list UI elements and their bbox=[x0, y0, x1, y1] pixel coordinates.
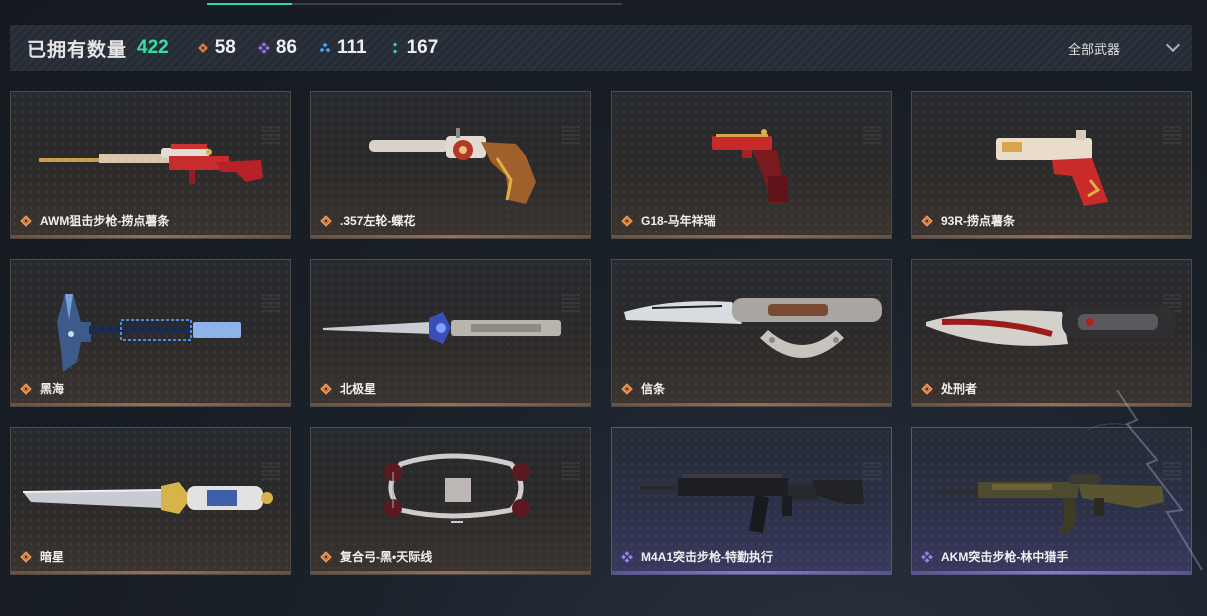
orange-rarity-icon bbox=[320, 214, 332, 227]
rarity-count-purple: 86 bbox=[257, 37, 297, 59]
weapon-name: 93R-捞点薯条 bbox=[941, 214, 1016, 228]
weapon-card[interactable]: G18-马年祥瑞 bbox=[611, 91, 892, 239]
weapon-name: 暗星 bbox=[40, 550, 65, 564]
orange-rarity-icon bbox=[320, 550, 332, 563]
weapon-filter-dropdown[interactable]: 全部武器 bbox=[1067, 25, 1181, 71]
weapon-card[interactable]: M4A1突击步枪-特勤执行 bbox=[611, 427, 892, 575]
rarity-count-value: 58 bbox=[214, 37, 236, 58]
filter-selected-value: 全部武器 bbox=[1067, 41, 1120, 57]
weapon-card[interactable]: 信条 bbox=[611, 259, 892, 407]
rarity-count-value: 111 bbox=[337, 37, 367, 58]
weapon-card-label: M4A1突击步枪-特勤执行 bbox=[621, 548, 773, 565]
weapon-card[interactable]: 93R-捞点薯条 bbox=[911, 91, 1192, 239]
collection-summary-bar: 已拥有数量 422 58 86 111 167 全部武器 bbox=[10, 25, 1192, 71]
weapon-card-label: 信条 bbox=[621, 380, 665, 397]
weapon-card-label: 处刑者 bbox=[921, 380, 977, 397]
active-tab-indicator bbox=[207, 3, 292, 5]
weapon-card-label: 北极星 bbox=[320, 380, 376, 397]
rarity-count-orange: 58 bbox=[197, 37, 236, 59]
orange-rarity-icon bbox=[20, 382, 32, 395]
owned-total-count: 422 bbox=[137, 37, 169, 58]
weapon-name: AKM突击步枪-林中猎手 bbox=[941, 550, 1069, 564]
top-tab-strip bbox=[0, 0, 1207, 10]
orange-rarity-icon bbox=[20, 550, 32, 563]
weapon-card[interactable]: 暗星 bbox=[10, 427, 291, 575]
rarity-count-value: 167 bbox=[406, 37, 439, 58]
weapon-card-label: 黑海 bbox=[20, 380, 64, 397]
weapon-card[interactable]: .357左轮-蝶花 bbox=[310, 91, 591, 239]
orange-rarity-icon bbox=[921, 382, 933, 395]
weapon-name: M4A1突击步枪-特勤执行 bbox=[641, 550, 774, 564]
weapon-name: 复合弓-黑•天际线 bbox=[340, 550, 433, 564]
blue-diamond-cluster-icon bbox=[319, 42, 331, 54]
weapon-card[interactable]: AKM突击步枪-林中猎手 bbox=[911, 427, 1192, 575]
orange-rarity-icon bbox=[621, 382, 633, 395]
weapon-card[interactable]: AWM狙击步枪-捞点薯条 bbox=[10, 91, 291, 239]
weapon-card-label: 93R-捞点薯条 bbox=[921, 212, 1015, 229]
weapon-name: .357左轮-蝶花 bbox=[340, 214, 416, 228]
weapon-card[interactable]: 黑海 bbox=[10, 259, 291, 407]
purple-rarity-icon bbox=[621, 550, 633, 563]
rarity-count-blue: 111 bbox=[319, 37, 367, 59]
weapon-name: 处刑者 bbox=[941, 382, 978, 396]
orange-rarity-icon bbox=[20, 214, 32, 227]
green-diamond-pair-icon bbox=[389, 42, 401, 54]
weapon-card[interactable]: 处刑者 bbox=[911, 259, 1192, 407]
orange-rarity-icon bbox=[621, 214, 633, 227]
weapon-card-label: 复合弓-黑•天际线 bbox=[320, 548, 432, 565]
weapon-name: 北极星 bbox=[340, 382, 377, 396]
rarity-count-value: 86 bbox=[275, 37, 297, 58]
rarity-count-green: 167 bbox=[389, 37, 439, 59]
weapon-card-label: AKM突击步枪-林中猎手 bbox=[921, 548, 1068, 565]
weapon-name: 黑海 bbox=[40, 382, 65, 396]
weapon-card-label: AWM狙击步枪-捞点薯条 bbox=[20, 212, 169, 229]
owned-count-label: 已拥有数量 bbox=[27, 39, 128, 61]
weapon-card[interactable]: 复合弓-黑•天际线 bbox=[310, 427, 591, 575]
weapon-card-label: 暗星 bbox=[20, 548, 64, 565]
weapon-card-label: .357左轮-蝶花 bbox=[320, 212, 415, 229]
weapon-name: G18-马年祥瑞 bbox=[641, 214, 716, 228]
weapon-name: 信条 bbox=[641, 382, 666, 396]
orange-diamond-icon bbox=[197, 42, 209, 54]
chevron-down-icon bbox=[1165, 37, 1181, 53]
orange-rarity-icon bbox=[320, 382, 332, 395]
weapon-card[interactable]: 北极星 bbox=[310, 259, 591, 407]
weapon-card-label: G18-马年祥瑞 bbox=[621, 212, 716, 229]
orange-rarity-icon bbox=[921, 214, 933, 227]
purple-rarity-icon bbox=[921, 550, 933, 563]
weapon-name: AWM狙击步枪-捞点薯条 bbox=[40, 214, 170, 228]
purple-diamond-cluster-icon bbox=[257, 42, 270, 54]
